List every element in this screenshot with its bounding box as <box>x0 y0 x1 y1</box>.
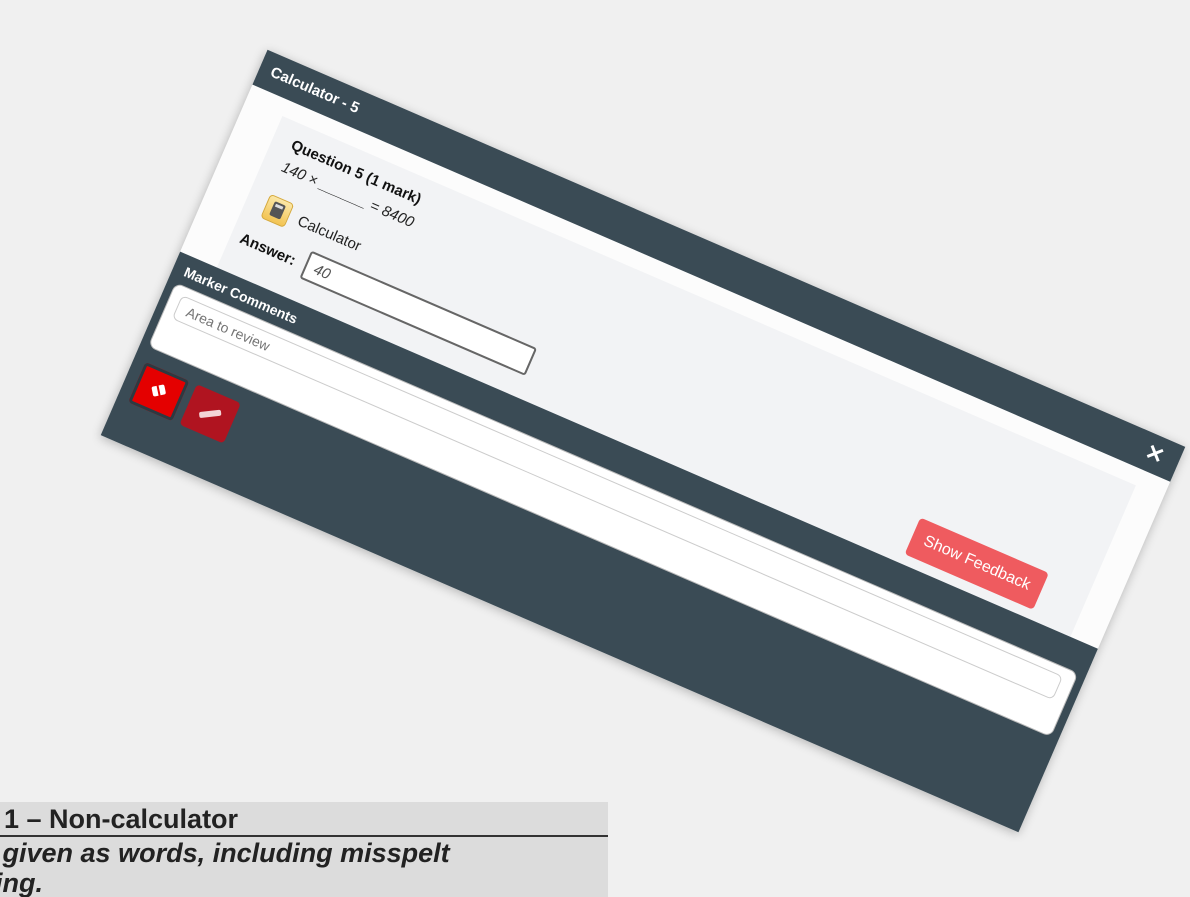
calculator-label: Calculator <box>295 212 364 255</box>
eraser-button[interactable] <box>128 361 190 422</box>
background-document: n 1 – Non-calculator s given as words, i… <box>0 802 608 897</box>
pencil-icon <box>198 409 222 419</box>
document-text-line: lling. <box>0 868 43 897</box>
eraser-icon <box>146 378 172 404</box>
answer-label: Answer: <box>237 230 299 270</box>
document-divider <box>0 835 608 837</box>
close-icon[interactable]: ✕ <box>1138 437 1172 471</box>
question-modal: Calculator - 5 ✕ Question 5 (1 mark) 140… <box>100 49 1186 833</box>
modal-title: Calculator - 5 <box>267 63 362 117</box>
pencil-button[interactable] <box>179 384 241 444</box>
document-text-line: s given as words, including misspelt <box>0 838 450 868</box>
document-heading: n 1 – Non-calculator <box>0 804 239 834</box>
calculator-icon <box>260 193 295 228</box>
